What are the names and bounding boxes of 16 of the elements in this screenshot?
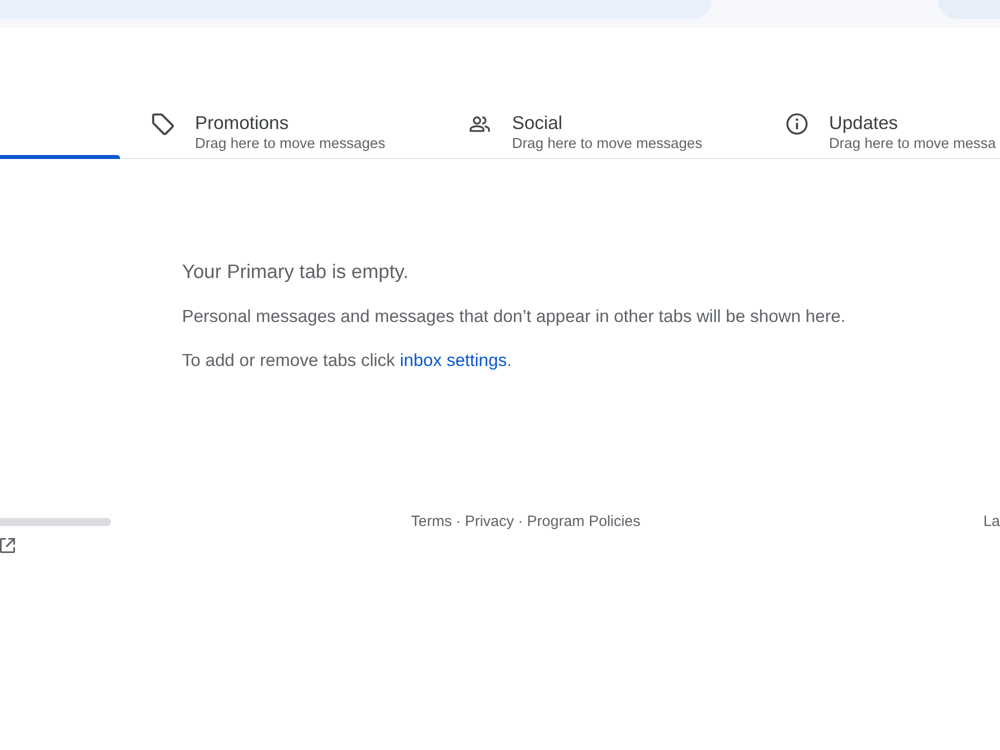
- inbox-tab[interactable]: Promotions Drag here to move messages: [120, 100, 437, 158]
- tabs-settings-hint: To add or remove tabs click inbox settings.: [182, 349, 513, 372]
- info-icon: [786, 113, 808, 135]
- inbox-tab[interactable]: Updates Drag here to move messa: [754, 100, 1000, 158]
- footer-separator: ·: [518, 513, 524, 531]
- empty-tab-title: Your Primary tab is empty.: [182, 260, 410, 284]
- inbox-settings-link[interactable]: inbox settings: [400, 350, 507, 370]
- footer-link[interactable]: Privacy: [464, 513, 514, 531]
- tag-icon: [152, 113, 174, 135]
- footer-separator: ·: [456, 513, 461, 531]
- open-in-new-icon[interactable]: [0, 538, 15, 553]
- inbox-tab[interactable]: Social Drag here to move messages: [437, 100, 754, 158]
- empty-tab-message: Personal messages and messages that don’t appear in other tabs will be shown here.: [182, 305, 846, 328]
- account-activity-text: La: [983, 513, 1000, 531]
- footer-link[interactable]: Terms: [411, 513, 452, 531]
- footer-link[interactable]: Program Policies: [527, 513, 640, 531]
